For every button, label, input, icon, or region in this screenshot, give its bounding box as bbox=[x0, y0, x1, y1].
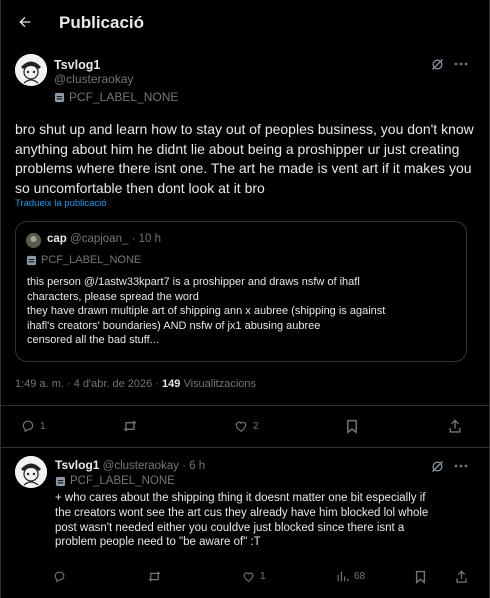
reply-grok-button[interactable] bbox=[427, 456, 447, 476]
reply-icon bbox=[22, 420, 34, 433]
reply-more-options-button[interactable] bbox=[451, 456, 471, 476]
quoted-author-name: cap bbox=[47, 233, 67, 245]
reply-text-line: post wasn't needed either you couldve ju… bbox=[55, 521, 405, 534]
quoted-text-line: ihafl's creators' boundaries) AND nsfw o… bbox=[27, 319, 321, 332]
more-dots-icon bbox=[454, 464, 468, 468]
views-count: 149 bbox=[162, 378, 181, 390]
post-meta: 1:49 a. m. · 4 d'abr. de 2026 · 149 Visu… bbox=[15, 378, 256, 390]
reply-author-name[interactable]: Tsvlog1 bbox=[55, 458, 99, 472]
reply-time[interactable]: 6 h bbox=[189, 460, 205, 472]
quoted-avatar bbox=[26, 233, 41, 248]
quoted-text: this person @/1astw33kpart7 is a proship… bbox=[27, 275, 457, 348]
reply-like-button[interactable]: 1 bbox=[242, 570, 266, 583]
avatar-drawing bbox=[15, 456, 47, 488]
reply-like-count: 1 bbox=[260, 571, 266, 582]
quoted-post[interactable]: cap @capjoan_ · 10 h PCF_LABEL_NONE this… bbox=[15, 221, 467, 362]
reply-author-line: Tsvlog1 @clusteraokay · 6 h bbox=[55, 458, 205, 472]
reply-author-label: PCF_LABEL_NONE bbox=[55, 475, 175, 487]
grok-icon bbox=[431, 460, 443, 472]
views-label: Visualitzacions bbox=[183, 378, 257, 390]
quoted-text-line: this person @/1astw33kpart7 is a proship… bbox=[27, 276, 360, 288]
reply-author-avatar[interactable] bbox=[15, 456, 47, 488]
reply-separator: · bbox=[182, 460, 186, 472]
reply-retweet-button[interactable] bbox=[147, 570, 167, 583]
heart-icon bbox=[235, 421, 247, 432]
reply-count: 1 bbox=[40, 420, 46, 432]
quoted-author-handle: @capjoan_ bbox=[70, 233, 129, 245]
bookmark-icon bbox=[415, 570, 425, 584]
quoted-label: PCF_LABEL_NONE bbox=[26, 254, 141, 266]
reply-author-handle[interactable]: @clusteraokay bbox=[103, 460, 179, 472]
translate-link[interactable]: Tradueix la publicació bbox=[15, 198, 107, 209]
quoted-author-line: cap @capjoan_ · 10 h bbox=[47, 233, 161, 245]
bookmark-button[interactable] bbox=[343, 417, 361, 435]
avatar-drawing bbox=[26, 233, 41, 248]
heart-icon bbox=[243, 572, 254, 583]
reply-views-count: 68 bbox=[354, 571, 366, 582]
reply-share-button[interactable] bbox=[452, 568, 470, 586]
quoted-text-line: characters, please spread the word bbox=[27, 290, 199, 303]
quoted-text-line: they have drawn multiple art of shipping… bbox=[27, 305, 386, 317]
quoted-separator: · bbox=[131, 233, 136, 245]
post-text: bro shut up and learn how to stay out of… bbox=[15, 121, 474, 196]
like-count: 2 bbox=[253, 420, 259, 432]
page-title: Publicació bbox=[59, 13, 145, 32]
reply-actions: 1 68 bbox=[1, 566, 489, 588]
label-badge-icon bbox=[54, 92, 65, 102]
more-options-button[interactable] bbox=[451, 54, 471, 74]
reply-bookmark-button[interactable] bbox=[411, 568, 429, 586]
retweet-icon bbox=[148, 571, 161, 582]
retweet-button[interactable] bbox=[122, 419, 143, 433]
grok-button[interactable] bbox=[427, 54, 447, 74]
share-icon bbox=[455, 570, 467, 583]
share-button[interactable] bbox=[446, 417, 464, 435]
label-badge-icon bbox=[26, 255, 37, 265]
back-button[interactable] bbox=[12, 9, 38, 35]
divider bbox=[1, 447, 489, 448]
post-timestamp[interactable]: 1:49 a. m. · 4 d'abr. de 2026 · bbox=[15, 378, 159, 390]
avatar-drawing bbox=[15, 54, 47, 86]
author-label: PCF_LABEL_NONE bbox=[54, 90, 178, 104]
author-handle[interactable]: @clusteraokay bbox=[54, 72, 134, 86]
post-actions: 1 2 bbox=[1, 415, 489, 439]
like-button[interactable]: 2 bbox=[234, 419, 259, 433]
divider bbox=[1, 405, 489, 406]
more-dots-icon bbox=[454, 62, 468, 66]
bookmark-icon bbox=[347, 419, 357, 434]
reply-text-line: problem people need to "be aware of" :T bbox=[55, 536, 261, 549]
retweet-icon bbox=[123, 420, 137, 432]
share-icon bbox=[449, 418, 461, 433]
reply-icon bbox=[54, 571, 65, 583]
arrow-left-icon bbox=[19, 16, 31, 28]
reply-views-button[interactable]: 68 bbox=[336, 570, 365, 583]
reply-text: + who cares about the shipping thing it … bbox=[55, 491, 475, 550]
author-avatar[interactable] bbox=[15, 54, 47, 86]
reply-text-line: the creators wont see the art cus they a… bbox=[55, 506, 429, 519]
reply-button[interactable]: 1 bbox=[21, 419, 46, 433]
post-page: Publicació Tsvlog1 @clusteraokay PCF_LAB… bbox=[0, 0, 490, 598]
quoted-text-line: censored all the bad stuff... bbox=[27, 334, 159, 346]
label-badge-icon bbox=[55, 476, 66, 486]
quoted-time: 10 h bbox=[138, 233, 162, 245]
reply-reply-button[interactable] bbox=[53, 570, 71, 583]
reply-text-line: + who cares about the shipping thing it … bbox=[55, 492, 426, 504]
top-bar: Publicació bbox=[1, 0, 489, 47]
grok-icon bbox=[431, 58, 443, 70]
analytics-icon bbox=[337, 571, 349, 582]
